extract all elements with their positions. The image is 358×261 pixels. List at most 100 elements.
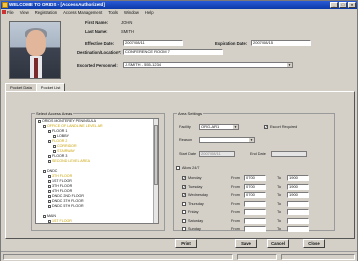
tree-checkbox[interactable]	[48, 154, 51, 158]
tree-checkbox[interactable]	[43, 214, 46, 218]
last-name-label: Last Name:	[85, 29, 108, 34]
tree-checkbox[interactable]	[48, 204, 51, 208]
tree-item-label: 1ST FLOOR	[52, 179, 72, 183]
tree-checkbox[interactable]	[48, 184, 51, 188]
to-time-field[interactable]: 1900	[287, 192, 309, 198]
maximize-icon[interactable]: □	[339, 2, 347, 8]
menu-view[interactable]: View	[20, 10, 29, 15]
menu-tools[interactable]: Tools	[108, 10, 118, 15]
tree-checkbox[interactable]	[38, 119, 41, 123]
day-checkbox[interactable]: ✓	[182, 193, 186, 197]
menu-registration[interactable]: Registration	[35, 10, 57, 15]
to-time-field[interactable]	[287, 226, 309, 232]
tree-checkbox[interactable]	[48, 199, 51, 203]
reason-combo[interactable]: ▼	[199, 137, 255, 143]
tree-item-label: CORRIDOR	[57, 144, 77, 148]
window-title: WELCOME TO ORIDS - [AccessAuthorizeId]	[9, 2, 105, 7]
person-header: First Name: JOHN Last Name: SMITH Effect…	[5, 17, 355, 81]
from-label: From	[231, 210, 240, 214]
save-button[interactable]: Save	[235, 239, 257, 248]
scroll-thumb[interactable]	[154, 125, 158, 185]
to-time-field[interactable]: 1900	[287, 183, 309, 190]
first-name-value: JOHN	[121, 20, 133, 25]
menu-bar: File View Registration Access Management…	[1, 9, 357, 16]
tree-checkbox[interactable]	[48, 219, 51, 223]
menu-window[interactable]: Window	[124, 10, 139, 15]
main-window: WELCOME TO ORIDS - [AccessAuthorizeId] _…	[0, 0, 358, 261]
effective-date-field[interactable]: 2007/08/11	[123, 40, 183, 46]
tree-checkbox[interactable]	[48, 189, 51, 193]
from-time-field[interactable]: 0700	[244, 183, 266, 190]
tree-checkbox[interactable]	[53, 149, 56, 153]
chevron-down-icon[interactable]: ▼	[233, 125, 238, 129]
tree-checkbox[interactable]	[48, 179, 51, 183]
tree-scrollbar[interactable]	[153, 119, 158, 223]
tree-checkbox[interactable]	[53, 144, 56, 148]
day-checkbox[interactable]	[182, 227, 186, 231]
chevron-down-icon[interactable]: ▼	[287, 63, 292, 67]
menu-help[interactable]: Help	[145, 10, 154, 15]
from-time-field[interactable]: 0700	[244, 175, 266, 181]
to-time-field[interactable]	[287, 200, 309, 207]
day-checkbox[interactable]: ✓	[182, 176, 186, 180]
escort-required-label: Escort Required	[270, 125, 298, 129]
day-checkbox[interactable]	[182, 210, 186, 214]
minimize-icon[interactable]: _	[330, 2, 338, 8]
tree-item-label: DNDC 3TH FLOOR	[52, 199, 84, 203]
expiration-date-field[interactable]: 2007/08/15	[251, 40, 311, 46]
to-time-field[interactable]	[287, 217, 309, 224]
day-checkbox[interactable]: ✓	[182, 184, 186, 189]
destination-field[interactable]: CONFERENCE ROOM 7	[123, 49, 223, 55]
effective-date-label: Effective Date:	[85, 41, 115, 46]
to-label: To	[277, 218, 282, 223]
cancel-button[interactable]: Cancel	[267, 239, 289, 248]
escort-combo[interactable]: J.SMITH - 555-1234 ▼	[123, 62, 293, 68]
day-checkbox[interactable]	[182, 201, 186, 206]
to-time-field[interactable]: 1900	[287, 175, 309, 181]
to-label: To	[277, 210, 282, 214]
day-label: Tuesday	[188, 184, 203, 189]
tree-item-label: 1ST FLOOR	[52, 219, 72, 223]
allow-24-7-checkbox[interactable]	[176, 166, 180, 170]
close-icon[interactable]: ×	[348, 2, 356, 8]
to-time-field[interactable]	[287, 209, 309, 215]
facility-value: ORG-AR1	[201, 124, 220, 129]
to-label: To	[277, 193, 282, 197]
tree-item[interactable]: 1ST FLOOR	[36, 219, 158, 223]
tab-pocket-data[interactable]: Pocket Data	[5, 83, 37, 91]
tree-checkbox[interactable]	[48, 194, 51, 198]
tree-checkbox[interactable]	[53, 134, 56, 138]
status-bar	[1, 251, 357, 261]
from-time-field[interactable]: 0700	[244, 192, 266, 198]
from-time-field[interactable]	[244, 209, 266, 215]
close-button[interactable]: Close	[303, 239, 325, 248]
expiration-date-label: Expiration Date:	[215, 41, 248, 46]
end-date-field[interactable]	[271, 151, 307, 157]
from-time-field[interactable]	[244, 200, 266, 207]
tree-checkbox[interactable]	[43, 169, 46, 173]
tree-item-label: DNDC 5TH FLOOR	[52, 204, 84, 208]
from-time-field[interactable]	[244, 226, 266, 232]
tree-checkbox[interactable]	[48, 139, 51, 143]
chevron-down-icon[interactable]: ▼	[249, 138, 254, 142]
tree-item-label: DNDC 2ND FLOOR	[52, 194, 84, 198]
from-time-field[interactable]	[244, 217, 266, 224]
day-checkbox[interactable]	[182, 218, 186, 223]
facility-combo[interactable]: ORG-AR1 ▼	[199, 124, 239, 130]
from-label: From	[231, 227, 240, 231]
from-label: From	[231, 201, 240, 206]
tree-checkbox[interactable]	[48, 159, 51, 163]
print-button[interactable]: Print	[175, 239, 197, 248]
start-date-field[interactable]: 2007/08/11	[199, 151, 235, 157]
tree-checkbox[interactable]	[48, 174, 51, 178]
tree-checkbox[interactable]	[43, 124, 46, 128]
tree-item-label: DNDC	[47, 169, 58, 173]
tree-checkbox[interactable]	[48, 129, 51, 133]
last-name-value: SMITH	[121, 29, 135, 34]
menu-access-management[interactable]: Access Management	[63, 10, 102, 15]
menu-file[interactable]: File	[7, 10, 14, 15]
first-name-label: First Name:	[85, 20, 109, 25]
escort-required-checkbox[interactable]: ✓	[264, 125, 268, 129]
access-area-tree[interactable]: ORIDS MONTEREY PENINSULA OFFICE OF LANDLI…	[35, 118, 159, 224]
tab-pocket-list[interactable]: Pocket List	[35, 83, 66, 91]
